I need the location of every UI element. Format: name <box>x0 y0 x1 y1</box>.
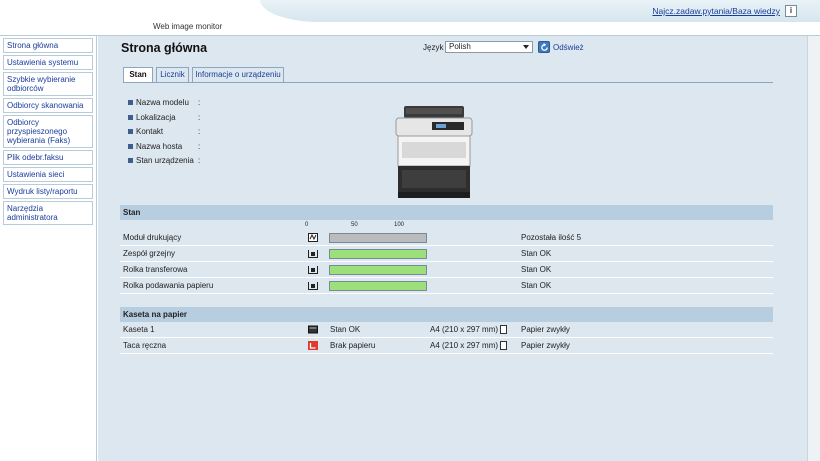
vertical-scrollbar[interactable] <box>807 36 820 461</box>
transfer-roller-icon <box>308 266 318 274</box>
paper-label: Taca ręczna <box>123 341 167 350</box>
status-label: Rolka transferowa <box>123 265 188 274</box>
sidebar-item-home[interactable]: Strona główna <box>3 38 93 53</box>
sidebar: Strona główna Ustawienia systemu Szybkie… <box>0 36 97 461</box>
status-level-bar <box>329 265 427 275</box>
info-label: Nazwa hosta <box>136 141 183 151</box>
scale-label-50: 50 <box>351 222 358 228</box>
toner-icon <box>308 233 318 242</box>
info-label: Lokalizacja <box>136 112 176 122</box>
sidebar-item-fax-speed-dial[interactable]: Odbiorcy przyspieszonego wybierania (Fak… <box>3 115 93 148</box>
sidebar-item-network-settings[interactable]: Ustawienia sieci <box>3 167 93 182</box>
page-title: Strona główna <box>121 41 208 55</box>
language-label: Język <box>423 43 444 52</box>
info-label: Stan urządzenia <box>136 156 194 165</box>
bullet-icon <box>128 114 133 120</box>
sidebar-item-speed-dial[interactable]: Szybkie wybieranie odbiorców <box>3 72 93 96</box>
printer-image <box>392 104 476 200</box>
sidebar-item-print-list[interactable]: Wydruk listy/raportu <box>3 184 93 199</box>
tab-status[interactable]: Stan <box>123 67 153 83</box>
tray-empty-icon <box>308 341 318 350</box>
status-row-drum: Moduł drukujący Pozostała ilość 5 <box>120 230 773 246</box>
status-value: Pozostała ilość 5 <box>521 233 582 242</box>
refresh-button[interactable]: Odśwież <box>553 43 584 52</box>
status-level-bar <box>329 281 427 291</box>
status-row-transfer-roller: Rolka transferowa Stan OK <box>120 262 773 278</box>
tray-ok-icon <box>308 325 318 334</box>
status-level-fill <box>330 282 426 290</box>
status-section-header: Stan <box>120 205 773 220</box>
language-select[interactable]: Polish <box>445 41 533 53</box>
status-level-bar <box>329 233 427 243</box>
fuser-icon <box>308 250 318 258</box>
paper-size: A4 (210 x 297 mm) <box>430 341 499 350</box>
status-level-fill <box>330 234 426 242</box>
paper-label: Kaseta 1 <box>123 325 155 334</box>
chevron-down-icon <box>523 45 529 49</box>
paper-row-bypass-tray: Taca ręczna Brak papieru A4 (210 x 297 m… <box>120 338 773 354</box>
info-colon: : <box>198 127 201 136</box>
info-icon[interactable]: i <box>785 5 797 17</box>
scale-label-100: 100 <box>394 222 405 228</box>
tab-device-info[interactable]: Informacje o urządzeniu <box>192 67 284 83</box>
status-value: Stan OK <box>521 281 552 290</box>
header: Web image monitor Najcz.zadaw.pytania/Ba… <box>0 0 820 35</box>
paper-type: Papier zwykły <box>521 325 570 334</box>
info-colon: : <box>198 112 201 122</box>
status-level-fill <box>330 250 426 258</box>
status-row-fuser: Zespół grzejny Stan OK <box>120 246 773 262</box>
scale-label-0: 0 <box>305 222 309 228</box>
paper-section-header: Kaseta na papier <box>120 307 773 322</box>
status-label: Zespół grzejny <box>123 249 176 258</box>
paper-document-icon <box>500 325 507 334</box>
info-label: Nazwa modelu <box>136 98 189 107</box>
tab-counter[interactable]: Licznik <box>156 67 189 83</box>
paper-size: A4 (210 x 297 mm) <box>430 325 499 334</box>
status-value: Stan OK <box>521 249 552 258</box>
faq-link[interactable]: Najcz.zadaw.pytania/Baza wiedzy <box>652 6 780 16</box>
status-label: Rolka podawania papieru <box>123 281 214 290</box>
sidebar-item-scan-destinations[interactable]: Odbiorcy skanowania <box>3 98 93 113</box>
sidebar-item-received-fax[interactable]: Plik odebr.faksu <box>3 150 93 165</box>
main-content: Strona główna Język Polish Odśwież Stan … <box>98 36 807 461</box>
status-value: Stan OK <box>521 265 552 274</box>
bullet-icon <box>128 143 133 149</box>
bullet-icon <box>128 100 133 105</box>
status-level-fill <box>330 266 426 274</box>
status-row-feed-roller: Rolka podawania papieru Stan OK <box>120 278 773 294</box>
status-level-bar <box>329 249 427 259</box>
bullet-icon <box>128 158 133 163</box>
tab-divider <box>123 82 773 83</box>
paper-document-icon <box>500 341 507 350</box>
refresh-icon[interactable] <box>538 41 550 53</box>
info-colon: : <box>198 156 201 165</box>
info-label: Kontakt <box>136 127 164 136</box>
info-colon: : <box>198 141 201 151</box>
bullet-icon <box>128 129 133 134</box>
status-label: Moduł drukujący <box>123 233 182 242</box>
app-title: Web image monitor <box>153 22 223 31</box>
language-value: Polish <box>449 42 471 51</box>
feed-roller-icon <box>308 282 318 290</box>
sidebar-item-system-settings[interactable]: Ustawienia systemu <box>3 55 93 70</box>
sidebar-item-admin-tools[interactable]: Narzędzia administratora <box>3 201 93 225</box>
paper-row-tray1: Kaseta 1 Stan OK A4 (210 x 297 mm) Papie… <box>120 322 773 338</box>
paper-type: Papier zwykły <box>521 341 570 350</box>
paper-status: Brak papieru <box>330 341 376 350</box>
paper-status: Stan OK <box>330 325 361 334</box>
info-colon: : <box>198 98 201 107</box>
